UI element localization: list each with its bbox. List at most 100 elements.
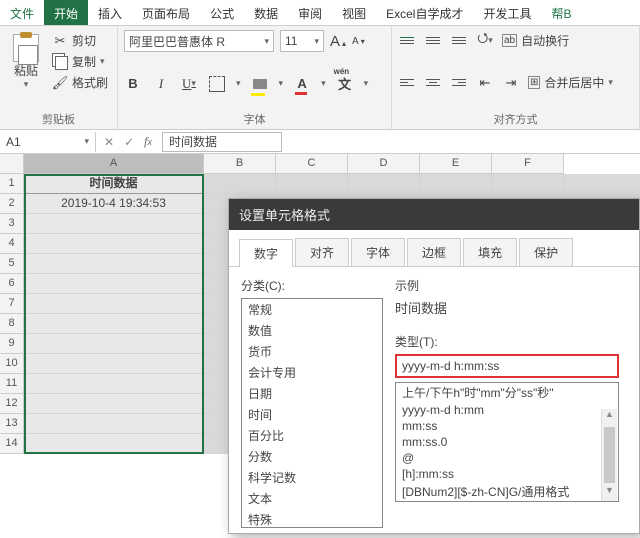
row-header[interactable]: 12 [0, 394, 24, 414]
category-item[interactable]: 时间 [242, 404, 382, 425]
italic-button[interactable]: I [152, 74, 170, 94]
row-header[interactable]: 7 [0, 294, 24, 314]
cell[interactable]: 时间数据 [24, 174, 204, 194]
category-item[interactable]: 文本 [242, 488, 382, 509]
col-header[interactable]: B [204, 154, 276, 174]
phonetic-button[interactable]: 文 [336, 74, 354, 94]
row-header[interactable]: 5 [0, 254, 24, 274]
dialog-tab-font[interactable]: 字体 [351, 238, 405, 266]
cell[interactable] [24, 394, 204, 414]
type-item[interactable]: mm:ss.0 [396, 434, 618, 450]
type-input[interactable]: yyyy-m-d h:mm:ss [395, 354, 619, 378]
wrap-text-button[interactable]: ab自动换行 [502, 32, 569, 49]
scroll-thumb[interactable] [604, 427, 615, 483]
cell[interactable] [24, 354, 204, 374]
category-item[interactable]: 数值 [242, 320, 382, 341]
tab-dev[interactable]: 开发工具 [473, 0, 541, 25]
bold-button[interactable]: B [124, 74, 142, 94]
dialog-tab-protect[interactable]: 保护 [519, 238, 573, 266]
fx-icon[interactable]: fx [144, 134, 152, 149]
cell[interactable] [348, 174, 420, 194]
name-box[interactable]: A1▾ [0, 132, 96, 152]
font-size-select[interactable]: 11▾ [280, 30, 324, 52]
cell[interactable] [24, 374, 204, 394]
tab-data[interactable]: 数据 [244, 0, 288, 25]
align-right-button[interactable] [450, 73, 468, 93]
scroll-up-icon[interactable]: ▲ [602, 409, 617, 425]
cell[interactable] [204, 174, 276, 194]
indent-left-button[interactable]: ⇤ [476, 73, 494, 93]
row-header[interactable]: 13 [0, 414, 24, 434]
tab-file[interactable]: 文件 [0, 0, 44, 25]
category-item[interactable]: 特殊 [242, 509, 382, 528]
type-item[interactable]: [h]:mm:ss [396, 466, 618, 482]
row-header[interactable]: 11 [0, 374, 24, 394]
cell[interactable] [492, 174, 564, 194]
cut-button[interactable]: 剪切 [52, 32, 108, 49]
scroll-down-icon[interactable]: ▼ [602, 485, 617, 501]
category-item[interactable]: 科学记数 [242, 467, 382, 488]
cell[interactable] [276, 174, 348, 194]
format-painter-button[interactable]: 格式刷 [52, 74, 108, 91]
dialog-tab-border[interactable]: 边框 [407, 238, 461, 266]
dialog-tab-fill[interactable]: 填充 [463, 238, 517, 266]
tab-custom[interactable]: Excel自学成才 [376, 0, 473, 25]
align-left-button[interactable] [398, 73, 416, 93]
cell[interactable] [24, 334, 204, 354]
formula-bar[interactable]: 时间数据 [162, 132, 282, 152]
row-header[interactable]: 9 [0, 334, 24, 354]
cell[interactable] [24, 214, 204, 234]
check-icon[interactable]: ✓ [124, 135, 134, 149]
align-top-button[interactable] [398, 30, 416, 50]
tab-insert[interactable]: 插入 [88, 0, 132, 25]
tab-formula[interactable]: 公式 [200, 0, 244, 25]
row-header[interactable]: 8 [0, 314, 24, 334]
col-header[interactable]: D [348, 154, 420, 174]
row-header[interactable]: 1 [0, 174, 24, 194]
cell[interactable] [24, 414, 204, 434]
tab-layout[interactable]: 页面布局 [132, 0, 200, 25]
cell[interactable] [420, 174, 492, 194]
font-color-button[interactable]: A [293, 74, 311, 94]
cell[interactable] [24, 254, 204, 274]
category-item[interactable]: 分数 [242, 446, 382, 467]
font-name-select[interactable]: 阿里巴巴普惠体 R▾ [124, 30, 274, 52]
col-header[interactable]: E [420, 154, 492, 174]
align-middle-button[interactable] [424, 30, 442, 50]
copy-button[interactable]: 复制 ▾ [52, 53, 108, 70]
row-header[interactable]: 14 [0, 434, 24, 454]
fill-color-button[interactable] [251, 74, 269, 94]
tab-home[interactable]: 开始 [44, 0, 88, 25]
row-header[interactable]: 6 [0, 274, 24, 294]
type-list[interactable]: 上午/下午h"时"mm"分"ss"秒" yyyy-m-d h:mm mm:ss … [395, 382, 619, 502]
dialog-tab-number[interactable]: 数字 [239, 239, 293, 267]
category-item[interactable]: 日期 [242, 383, 382, 404]
type-item[interactable]: 上午/下午h"时"mm"分"ss"秒" [396, 383, 618, 402]
align-center-button[interactable] [424, 73, 442, 93]
row-header[interactable]: 2 [0, 194, 24, 214]
cell[interactable] [24, 234, 204, 254]
cell[interactable] [24, 434, 204, 454]
col-header[interactable]: C [276, 154, 348, 174]
grow-font-button[interactable]: A▴ [330, 33, 346, 50]
type-item[interactable]: mm:ss [396, 418, 618, 434]
align-bottom-button[interactable] [450, 30, 468, 50]
category-item[interactable]: 货币 [242, 341, 382, 362]
category-item[interactable]: 会计专用 [242, 362, 382, 383]
merge-center-button[interactable]: ⊞合并后居中 ▾ [528, 74, 613, 91]
cell[interactable] [24, 314, 204, 334]
category-list[interactable]: 常规 数值 货币 会计专用 日期 时间 百分比 分数 科学记数 文本 特殊 自定… [241, 298, 383, 528]
cell[interactable] [24, 294, 204, 314]
cell[interactable] [24, 274, 204, 294]
cancel-icon[interactable]: ✕ [104, 135, 114, 149]
type-item[interactable]: [DBNum2][$-zh-CN]G/通用格式 [396, 482, 618, 501]
select-all-corner[interactable] [0, 154, 24, 174]
shrink-font-button[interactable]: A▾ [352, 36, 365, 47]
col-header[interactable]: F [492, 154, 564, 174]
row-header[interactable]: 3 [0, 214, 24, 234]
orientation-button[interactable]: ⭯▾ [476, 30, 494, 50]
category-item[interactable]: 百分比 [242, 425, 382, 446]
row-header[interactable]: 10 [0, 354, 24, 374]
underline-button[interactable]: U▾ [180, 74, 198, 94]
tab-review[interactable]: 审阅 [288, 0, 332, 25]
